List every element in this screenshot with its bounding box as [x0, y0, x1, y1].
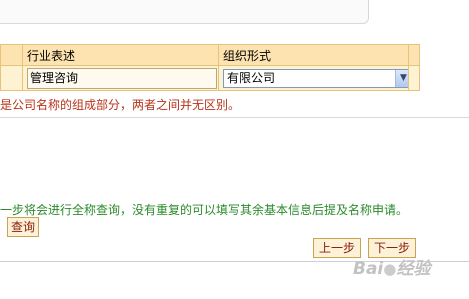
industry-input[interactable]: 管理咨询: [27, 68, 217, 89]
row-spacer: [408, 65, 420, 91]
org-form-selected-value: 有限公司: [227, 71, 276, 85]
paw-icon: ●: [383, 260, 397, 278]
top-panel: [0, 0, 369, 24]
industry-cell: 管理咨询: [22, 65, 219, 91]
watermark-logo: Bai●经验: [353, 254, 430, 279]
org-form-cell: 有限公司 ▼: [218, 65, 409, 91]
hint-text: 一步将会进行全称查询，没有重复的可以填写其余基本信息后提及名称申请。: [0, 203, 409, 217]
header-cell-truncated: [0, 44, 23, 66]
header-industry: 行业表述: [22, 44, 219, 66]
chevron-down-icon[interactable]: ▼: [395, 70, 408, 87]
watermark-suffix: 经验: [396, 259, 431, 279]
watermark-text: Bai: [353, 259, 384, 279]
header-org-form: 组织形式: [218, 44, 409, 66]
header-spacer: [408, 44, 420, 66]
org-form-select[interactable]: 有限公司 ▼: [223, 69, 408, 88]
divider: [0, 117, 469, 118]
table-header-row: 行业表述 组织形式: [0, 44, 420, 66]
truncated-cell: [0, 65, 23, 91]
query-button[interactable]: 查询: [7, 217, 40, 237]
notice-text: 是公司名称的组成部分，两者之间并无区别。: [0, 98, 241, 112]
company-form-table: 行业表述 组织形式 管理咨询 有限公司 ▼: [0, 44, 420, 91]
table-row: 管理咨询 有限公司 ▼: [0, 65, 420, 91]
